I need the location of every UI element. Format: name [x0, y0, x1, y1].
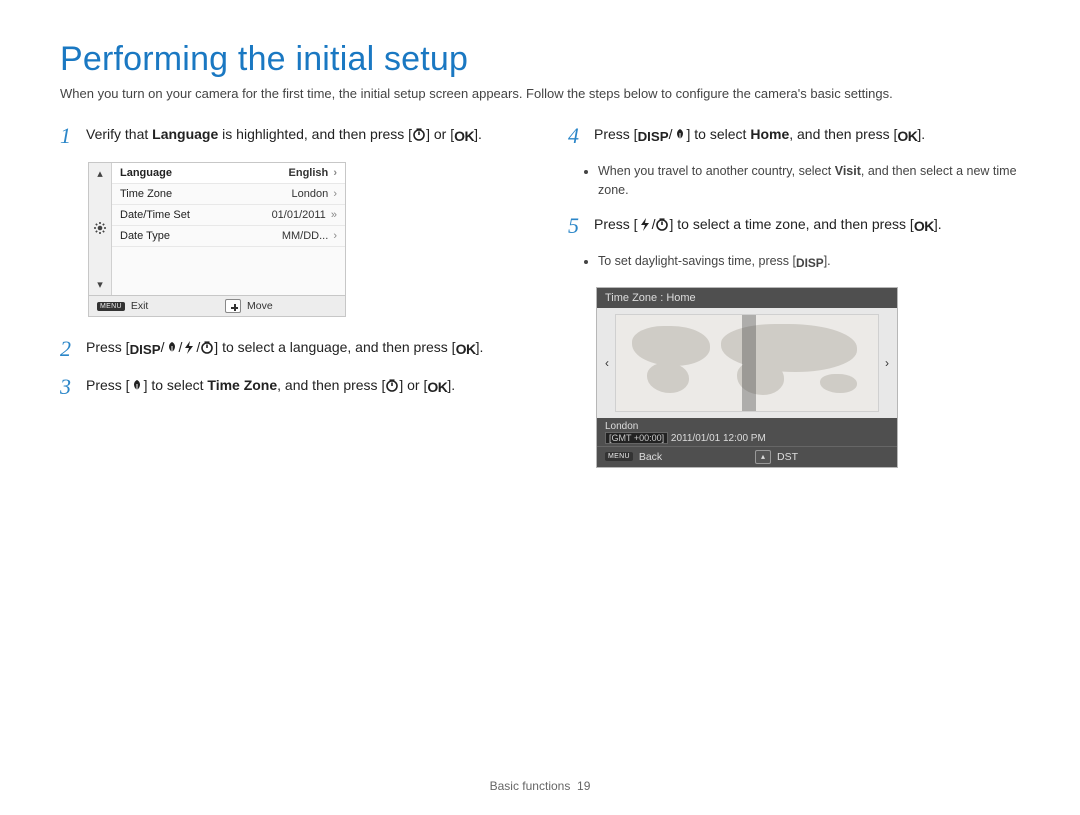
flash-icon [182, 339, 196, 361]
page-footer: Basic functions 19 [0, 779, 1080, 793]
left-column: 1 Verify that Language is highlighted, a… [60, 124, 512, 468]
camera-footer: MENUExit Move [89, 295, 345, 316]
step-number: 3 [60, 375, 76, 399]
chevron-right-icon: › [330, 167, 337, 179]
ok-icon: OK [456, 339, 476, 361]
row-datetype: Date Type MM/DD... › [112, 226, 345, 247]
world-map [615, 314, 879, 412]
self-timer-icon [200, 339, 214, 361]
menu-icon: MENU [97, 302, 125, 311]
tz-datetime: 2011/01/01 12:00 PM [671, 433, 766, 444]
chevron-right-icon: › [330, 230, 337, 242]
step-5: 5 Press [/] to select a time zone, and t… [568, 214, 1020, 238]
step-number: 2 [60, 337, 76, 361]
chevron-right-icon: › [330, 188, 337, 200]
row-datetime: Date/Time Set 01/01/2011 » [112, 205, 345, 226]
menu-icon: MENU [605, 452, 633, 461]
sidebar-scroll: ▴ ▾ [89, 163, 112, 295]
tz-highlight-bar [742, 315, 756, 411]
nav-cross-icon [225, 299, 241, 313]
step-5-sub: To set daylight-savings time, press [DIS… [598, 252, 1020, 273]
step-4: 4 Press [DISP/] to select Home, and then… [568, 124, 1020, 148]
tz-footer: MENUBack ▴DST [597, 446, 897, 467]
step-text: Verify that Language is highlighted, and… [86, 124, 512, 148]
self-timer-icon [655, 216, 669, 238]
step-text: Press [DISP/] to select Home, and then p… [594, 124, 1020, 148]
chevron-right-double-icon: » [328, 209, 337, 221]
footer-dst: ▴DST [747, 447, 897, 467]
macro-icon [165, 339, 179, 361]
step-2: 2 Press [DISP///] to select a language, … [60, 337, 512, 361]
gear-icon [93, 221, 107, 238]
tz-info: London [GMT +00:00] 2011/01/01 12:00 PM [597, 418, 897, 446]
intro-text: When you turn on your camera for the fir… [60, 85, 1020, 104]
ok-icon: OK [427, 377, 447, 399]
step-number: 5 [568, 214, 584, 238]
step-1: 1 Verify that Language is highlighted, a… [60, 124, 512, 148]
disp-icon: DISP [638, 127, 669, 148]
settings-rows: Language English › Time Zone London › Da… [112, 163, 345, 295]
timezone-screen: Time Zone : Home ‹ › London [GMT +00:00]… [596, 287, 898, 468]
row-language: Language English › [112, 163, 345, 184]
step-4-sub: When you travel to another country, sele… [598, 162, 1020, 200]
step-number: 1 [60, 124, 76, 148]
chevron-up-icon: ▴ [97, 167, 103, 180]
disp-icon: DISP [796, 255, 824, 273]
ok-icon: OK [914, 216, 934, 238]
camera-settings-screen: ▴ ▾ Language English › Time Zone London … [88, 162, 346, 317]
right-column: 4 Press [DISP/] to select Home, and then… [568, 124, 1020, 468]
tz-gmt: [GMT +00:00] [605, 432, 668, 444]
step-3: 3 Press [] to select Time Zone, and then… [60, 375, 512, 399]
chevron-down-icon: ▾ [97, 278, 103, 291]
step-number: 4 [568, 124, 584, 148]
step-text: Press [] to select Time Zone, and then p… [86, 375, 512, 399]
footer-back: MENUBack [597, 447, 747, 467]
flash-icon [638, 216, 652, 238]
macro-icon [673, 126, 687, 148]
page-title: Performing the initial setup [60, 40, 1020, 79]
chevron-right-icon: › [885, 356, 889, 370]
footer-move: Move [217, 296, 345, 316]
step-text: Press [/] to select a time zone, and the… [594, 214, 1020, 238]
self-timer-icon [412, 126, 426, 148]
tz-city: London [605, 421, 889, 432]
macro-icon [130, 377, 144, 399]
self-timer-icon [385, 377, 399, 399]
row-timezone: Time Zone London › [112, 184, 345, 205]
footer-exit: MENUExit [89, 296, 217, 316]
step-text: Press [DISP///] to select a language, an… [86, 337, 512, 361]
disp-icon: DISP [130, 340, 161, 361]
up-caret-icon: ▴ [755, 450, 771, 464]
chevron-left-icon: ‹ [605, 356, 609, 370]
ok-icon: OK [454, 126, 474, 148]
tz-title: Time Zone : Home [597, 288, 897, 308]
ok-icon: OK [897, 126, 917, 148]
